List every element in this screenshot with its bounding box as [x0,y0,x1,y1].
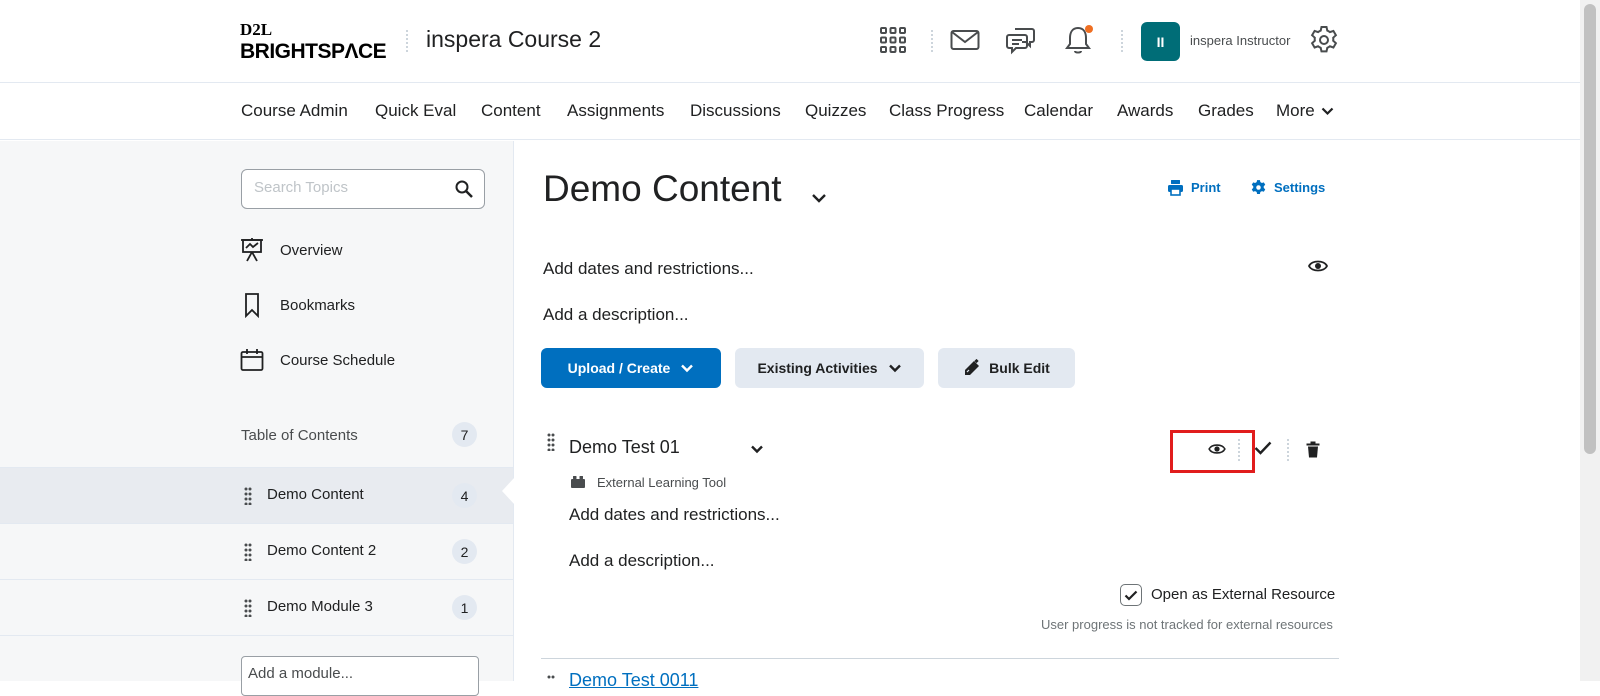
presentation-icon [241,238,263,262]
search-topics-field[interactable] [241,169,485,209]
drag-handle-icon[interactable] [244,487,252,505]
drag-handle-icon[interactable] [244,543,252,561]
module-demo-content-2[interactable]: Demo Content 2 2 [0,523,513,579]
print-label: Print [1191,180,1221,195]
d2l-logo-text: D2L [240,20,273,39]
settings-label: Settings [1274,180,1326,195]
course-title[interactable]: inspera Course 2 [426,26,601,53]
mail-icon[interactable] [949,24,981,56]
header: D2L BRIGHTSPΛCE inspera Course 2 II insp… [0,0,1580,83]
checkmark-icon [1124,590,1138,601]
module-add-dates[interactable]: Add dates and restrictions... [543,259,754,279]
table-of-contents-label[interactable]: Table of Contents [241,427,358,444]
trash-icon[interactable] [1306,441,1320,458]
topic-add-dates[interactable]: Add dates and restrictions... [569,505,780,525]
toc-count-badge: 7 [452,422,477,447]
chevron-down-icon [681,364,694,372]
nav-course-admin[interactable]: Course Admin [241,101,348,121]
open-external-label[interactable]: Open as External Resource [1151,586,1335,603]
topic-title[interactable]: Demo Test 01 [569,437,680,458]
chevron-down-icon [1321,107,1334,115]
chat-icon[interactable] [1005,24,1037,56]
sidebar-link-label: Overview [280,241,343,259]
add-module-field[interactable] [241,656,479,696]
user-name[interactable]: inspera Instructor [1190,33,1290,48]
gear-icon [1251,180,1266,194]
drag-handle-icon[interactable] [244,599,252,617]
search-icon[interactable] [454,179,474,199]
nav-discussions[interactable]: Discussions [690,101,781,121]
search-topics-input[interactable] [254,179,444,196]
chevron-down-icon [888,364,901,372]
add-module-input[interactable] [248,665,468,682]
header-divider [406,30,408,52]
module-name: Demo Content [267,486,364,503]
checkmark-icon[interactable] [1254,441,1272,455]
active-module-pointer [502,477,515,505]
header-divider [1121,30,1123,52]
brightspace-logo[interactable]: BRIGHTSPΛCE [240,40,387,64]
nav-content[interactable]: Content [481,101,541,121]
chevron-down-icon[interactable] [811,193,827,204]
eye-icon[interactable] [1308,258,1328,274]
module-add-description[interactable]: Add a description... [543,305,689,325]
topic-type: External Learning Tool [597,475,727,490]
module-demo-module-3[interactable]: Demo Module 3 1 [0,579,513,636]
scrollbar-thumb[interactable] [1584,4,1596,454]
avatar[interactable]: II [1141,22,1180,61]
sidebar-link-label: Bookmarks [280,296,356,314]
nav-more-label: More [1276,101,1315,120]
nav-grades[interactable]: Grades [1198,101,1254,121]
settings-button[interactable]: Settings [1250,179,1325,196]
module-name: Demo Module 3 [267,598,373,615]
printer-icon [1168,180,1183,196]
pencil-icon [965,359,980,375]
nav-more[interactable]: More [1276,101,1334,121]
sidebar-link-bookmarks[interactable]: Bookmarks [240,290,355,320]
chevron-down-icon[interactable] [750,445,764,454]
module-count-badge: 1 [452,595,477,620]
module-name: Demo Content 2 [267,542,377,559]
page-title[interactable]: Demo Content [543,168,782,210]
header-divider [931,30,933,52]
open-external-checkbox[interactable] [1120,584,1142,606]
existing-activities-label: Existing Activities [757,360,878,376]
calendar-icon [240,349,264,371]
module-demo-content[interactable]: Demo Content 4 [0,467,513,523]
module-count-badge: 4 [452,483,477,508]
nav-calendar[interactable]: Calendar [1024,101,1093,121]
grid-icon[interactable] [877,24,909,56]
notification-dot [1085,25,1093,33]
course-navbar: Course Admin Quick Eval Content Assignme… [0,83,1580,140]
nav-awards[interactable]: Awards [1117,101,1173,121]
drag-handle-icon[interactable] [547,433,555,451]
module-count-badge: 2 [452,539,477,564]
gear-icon[interactable] [1308,24,1340,56]
nav-class-progress[interactable]: Class Progress [889,101,1004,121]
action-divider [1287,439,1289,461]
highlight-box [1170,430,1255,473]
nav-quick-eval[interactable]: Quick Eval [375,101,456,121]
topic-divider [541,658,1339,659]
sidebar-link-label: Course Schedule [280,351,396,369]
nav-assignments[interactable]: Assignments [567,101,664,121]
sidebar-link-overview[interactable]: Overview [240,235,343,265]
scrollbar[interactable] [1580,0,1600,681]
bulk-edit-label: Bulk Edit [989,360,1050,376]
topic-add-description[interactable]: Add a description... [569,551,715,571]
nav-quizzes[interactable]: Quizzes [805,101,866,121]
external-help-text: User progress is not tracked for externa… [1041,617,1333,632]
sidebar: Overview Bookmarks Course Schedule Table… [0,141,514,696]
lego-brick-icon [571,476,585,488]
upload-create-button[interactable]: Upload / Create [541,348,721,388]
bulk-edit-button[interactable]: Bulk Edit [938,348,1075,388]
existing-activities-button[interactable]: Existing Activities [735,348,924,388]
drag-handle-icon[interactable] [547,675,555,693]
print-button[interactable]: Print [1167,179,1221,196]
upload-create-label: Upload / Create [567,360,671,376]
sidebar-link-course-schedule[interactable]: Course Schedule [240,345,395,375]
bookmark-icon [245,293,259,318]
